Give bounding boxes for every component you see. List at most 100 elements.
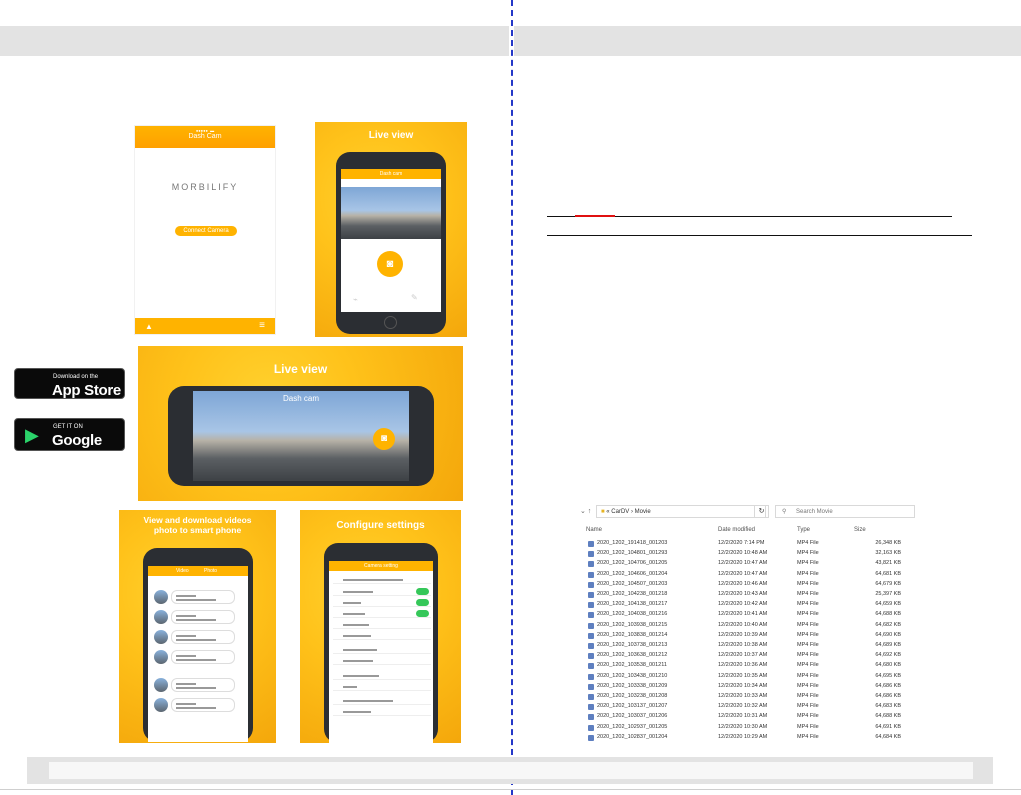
table-row[interactable]: 2020_1202_104507_001203 12/2/2020 10:46 A… — [578, 580, 916, 590]
video-file-icon — [588, 704, 594, 711]
toggle-switch[interactable] — [416, 599, 429, 606]
file-size: 43,821 KB — [875, 560, 901, 567]
setting-row[interactable] — [333, 631, 431, 640]
setting-row[interactable] — [333, 575, 431, 584]
video-file-icon — [588, 622, 594, 629]
video-file-icon — [588, 734, 594, 741]
list-item[interactable] — [154, 696, 240, 714]
path-segment[interactable]: Movie — [635, 509, 651, 515]
table-row[interactable]: 2020_1202_103938_001215 12/2/2020 10:40 A… — [578, 621, 916, 631]
connect-camera-button[interactable]: Connect Camera — [175, 226, 237, 236]
path-segment[interactable]: CarDV — [611, 509, 629, 515]
screen-header: Dash cam — [282, 394, 319, 403]
col-type[interactable]: Type — [797, 527, 810, 533]
file-date: 12/2/2020 10:47 AM — [718, 570, 768, 577]
list-item[interactable] — [154, 608, 240, 626]
record-icon[interactable]: ⌁ — [353, 295, 358, 304]
camera-icon[interactable]: ◙ — [373, 428, 395, 450]
screen-header: Dash cam — [341, 169, 441, 179]
search-input[interactable]: ⚲ Search Movie — [775, 505, 915, 518]
table-row[interactable]: 2020_1202_103238_001208 12/2/2020 10:33 A… — [578, 692, 916, 702]
table-row[interactable]: 2020_1202_103137_001207 12/2/2020 10:32 A… — [578, 702, 916, 712]
file-name: 2020_1202_102837_001204 — [597, 733, 668, 740]
page-divider — [511, 0, 513, 795]
table-row[interactable]: 2020_1202_102837_001204 12/2/2020 10:29 A… — [578, 733, 916, 743]
table-row[interactable]: 2020_1202_104138_001217 12/2/2020 10:42 A… — [578, 600, 916, 610]
setting-row[interactable] — [333, 609, 431, 618]
file-date: 12/2/2020 10:47 AM — [718, 560, 768, 567]
app-title: Dash Cam — [188, 133, 222, 140]
file-type: MP4 File — [797, 703, 819, 710]
table-row[interactable]: 2020_1202_104801_001293 12/2/2020 10:48 A… — [578, 549, 916, 559]
settings-icon[interactable]: ✎ — [411, 293, 418, 302]
toggle-switch[interactable] — [416, 610, 429, 617]
toggle-switch[interactable] — [416, 588, 429, 595]
table-row[interactable]: 2020_1202_103538_001211 12/2/2020 10:36 A… — [578, 661, 916, 671]
table-row[interactable]: 2020_1202_104238_001218 12/2/2020 10:43 A… — [578, 590, 916, 600]
table-row[interactable]: 2020_1202_104038_001216 12/2/2020 10:41 A… — [578, 610, 916, 620]
setting-row[interactable] — [333, 656, 431, 665]
menu-icon[interactable]: ≡ — [259, 320, 265, 331]
file-name: 2020_1202_104507_001203 — [597, 580, 668, 587]
tab-bar: Video Photo — [148, 566, 248, 576]
file-name: 2020_1202_104238_001218 — [597, 591, 668, 597]
file-size: 64,689 KB — [875, 642, 901, 648]
setting-row[interactable] — [333, 682, 431, 691]
file-size: 64,691 KB — [875, 723, 901, 730]
list-item[interactable] — [154, 676, 240, 694]
list-item[interactable] — [154, 628, 240, 646]
badge-big-text: App Store — [52, 382, 121, 399]
refresh-icon[interactable]: ↻ — [754, 505, 769, 518]
table-row[interactable]: 2020_1202_103037_001206 12/2/2020 10:31 A… — [578, 712, 916, 722]
setting-row[interactable] — [333, 671, 431, 680]
list-item[interactable] — [154, 648, 240, 666]
file-date: 12/2/2020 10:35 AM — [718, 672, 768, 679]
path-box[interactable]: ■ « CarDV › Movie — [596, 505, 766, 518]
setting-row[interactable] — [333, 696, 431, 705]
phone-frame: Dash cam ◙ ⌁ ✎ — [336, 152, 446, 334]
google-play-badge[interactable]: ▶ GET IT ON Google Play — [14, 418, 125, 466]
table-row[interactable]: 2020_1202_104606_001204 12/2/2020 10:47 A… — [578, 570, 916, 580]
col-size[interactable]: Size — [854, 527, 866, 533]
file-name: 2020_1202_103738_001213 — [597, 642, 668, 648]
table-row[interactable]: 2020_1202_103638_001212 12/2/2020 10:37 A… — [578, 651, 916, 661]
col-date[interactable]: Date modified — [718, 527, 755, 533]
video-file-icon — [588, 551, 594, 558]
table-row[interactable]: 2020_1202_191418_001203 12/2/2020 7:14 PM… — [578, 539, 916, 549]
setting-row[interactable] — [333, 587, 431, 596]
left-header-bar — [0, 26, 509, 56]
file-name: 2020_1202_104801_001293 — [597, 550, 668, 557]
phone-screen: Dash cam ◙ ⌁ ✎ — [341, 169, 441, 312]
list-item[interactable] — [154, 588, 240, 606]
tab-video[interactable]: Video — [176, 568, 189, 574]
file-name: 2020_1202_104038_001216 — [597, 611, 668, 618]
camera-icon[interactable]: ◙ — [377, 251, 403, 277]
col-name[interactable]: Name — [586, 527, 602, 533]
app-bottom-bar: ▲ ≡ — [135, 318, 275, 334]
nav-arrows-icon[interactable]: ⌄ ↑ — [580, 507, 591, 515]
video-file-icon — [588, 561, 594, 568]
file-name: 2020_1202_103137_001207 — [597, 703, 668, 710]
table-row[interactable]: 2020_1202_103838_001214 12/2/2020 10:39 A… — [578, 631, 916, 641]
table-row[interactable]: 2020_1202_102937_001205 12/2/2020 10:30 A… — [578, 723, 916, 733]
file-size: 25,397 KB — [875, 591, 901, 597]
tab-photo[interactable]: Photo — [204, 568, 217, 574]
panel-title-line2: photo to smart phone — [153, 525, 242, 535]
table-row[interactable]: 2020_1202_103338_001209 12/2/2020 10:34 A… — [578, 682, 916, 692]
setting-row[interactable] — [333, 620, 431, 629]
badge-small-text: Download on the — [53, 374, 99, 380]
app-store-badge[interactable]: Download on the App Store — [14, 368, 125, 399]
table-row[interactable]: 2020_1202_103738_001213 12/2/2020 10:38 A… — [578, 641, 916, 651]
setting-row[interactable] — [333, 707, 431, 716]
setting-row[interactable] — [333, 598, 431, 607]
rule-line — [547, 235, 972, 236]
video-file-icon — [588, 694, 594, 700]
table-row[interactable]: 2020_1202_103438_001210 12/2/2020 10:35 A… — [578, 672, 916, 682]
table-row[interactable]: 2020_1202_104706_001205 12/2/2020 10:47 A… — [578, 559, 916, 569]
panel-title-line1: View and download videos — [143, 515, 252, 525]
setting-row[interactable] — [333, 645, 431, 654]
brand-logo: MORBILIFY — [171, 182, 239, 192]
file-date: 12/2/2020 10:46 AM — [718, 580, 768, 587]
panel-title: View and download videos photo to smart … — [119, 515, 276, 535]
gallery-icon[interactable]: ▲ — [145, 322, 153, 331]
